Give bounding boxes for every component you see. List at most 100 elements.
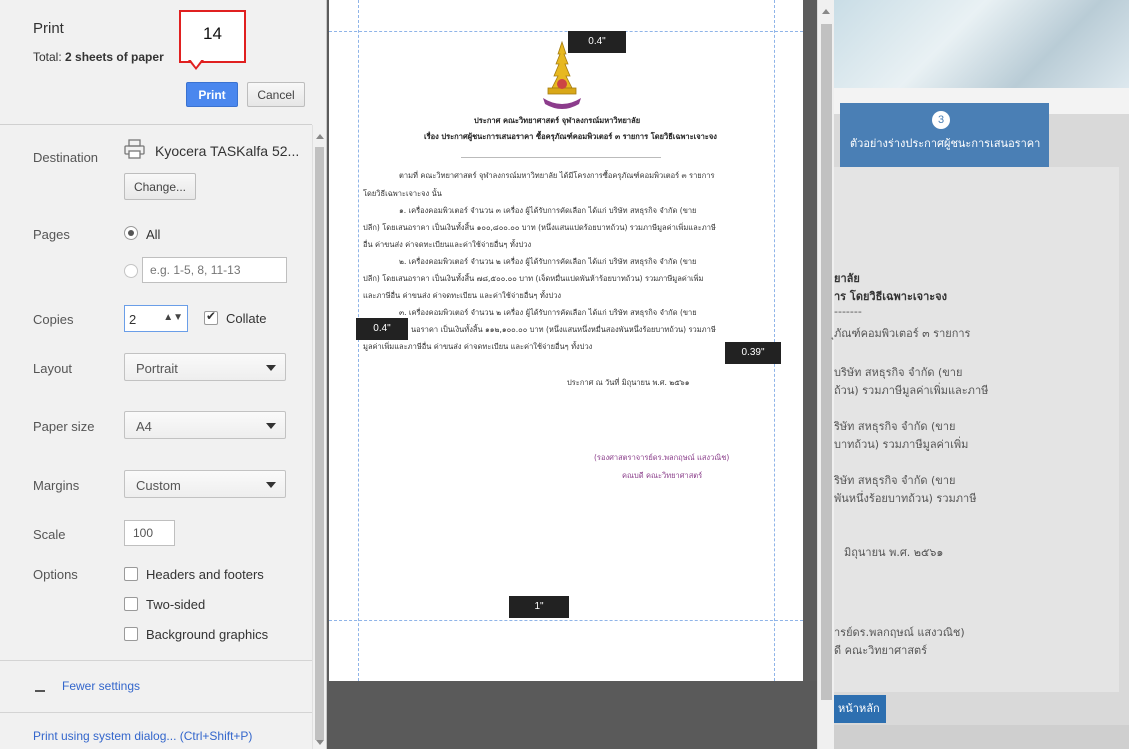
bg-line: ดี คณะวิทยาศาสตร์ — [834, 644, 928, 657]
bg-line: ถ้วน) รวมภาษีมูลค่าเพิ่มและภาษี — [834, 384, 989, 397]
settings-scrollbar[interactable] — [312, 125, 326, 749]
left-margin-value: 0.4" — [356, 318, 408, 340]
doc-item1-line2: ปลีก) โดยเสนอราคา เป็นเงินทั้งสิ้น ๑๐๐,๘… — [363, 223, 716, 232]
doc-signer: (รองศาสตราจารย์ดร.พลกฤษณ์ แสงวณิช) — [594, 453, 730, 462]
collate-checkbox[interactable] — [204, 309, 218, 325]
site-footer — [834, 725, 1129, 749]
doc-item3-line1: ๓. เครื่องคอมพิวเตอร์ จำนวน ๒ เครื่อง ผู… — [399, 308, 697, 317]
bg-line: ริษัท สหธุรกิจ จำกัด (ขาย — [834, 420, 956, 433]
scroll-down-icon[interactable] — [316, 740, 324, 745]
collate-label: Collate — [226, 311, 267, 326]
paper-size-label: Paper size — [33, 419, 95, 434]
bg-line: ------- — [834, 305, 862, 318]
scale-input[interactable] — [124, 520, 175, 546]
print-title: Print — [33, 20, 64, 37]
bg-line: ารย์ดร.พลกฤษณ์ แสงวณิช) — [834, 626, 965, 639]
bg-line: ริษัท สหธุรกิจ จำกัด (ขาย — [834, 474, 956, 487]
doc-title-line2: เรื่อง ประกาศผู้ชนะการเสนอราคา ซื้อครุภั… — [424, 132, 717, 141]
step-number: 3 — [932, 111, 950, 129]
settings-divider — [0, 660, 312, 661]
chevron-down-icon — [266, 365, 276, 371]
pages-label: Pages — [33, 227, 70, 242]
destination-printer-name: Kyocera TASKalfa 52... — [155, 143, 300, 159]
pages-all-label: All — [146, 227, 161, 242]
cancel-button[interactable]: Cancel — [247, 82, 305, 107]
right-margin-guide[interactable] — [774, 0, 775, 681]
bg-line: บาทถ้วน) รวมภาษีมูลค่าเพิ่ม — [834, 438, 969, 451]
background-graphics-label: Background graphics — [146, 627, 269, 642]
options-label: Options — [33, 567, 78, 582]
step-callout: 14 — [179, 10, 246, 63]
layout-label: Layout — [33, 361, 73, 376]
background-webpage: 3 ตัวอย่างร่างประกาศผู้ชนะการเสนอราคา ยา… — [834, 0, 1129, 749]
print-preview-area: 0.4" 0.4" 0.39" 1" ประกาศ คณะวิทยาศาสตร์… — [327, 0, 817, 749]
copies-value: 2 — [129, 312, 137, 327]
step-tab[interactable]: 3 ตัวอย่างร่างประกาศผู้ชนะการเสนอราคา — [840, 103, 1049, 167]
scale-label: Scale — [33, 527, 66, 542]
preview-scrollbar-thumb[interactable] — [821, 24, 832, 700]
layout-select[interactable]: Portrait — [124, 353, 286, 381]
background-graphics-checkbox[interactable] — [124, 627, 138, 641]
print-header: Print Total: 2 sheets of paper Print Can… — [0, 0, 312, 125]
destination-label: Destination — [33, 150, 99, 165]
doc-date: ประกาศ ณ วันที่ มิถุนายน พ.ศ. ๒๕๖๑ — [567, 378, 690, 387]
fewer-settings-link[interactable]: Fewer settings — [62, 679, 140, 693]
doc-rule — [461, 157, 661, 158]
settings-scrollbar-thumb[interactable] — [315, 147, 324, 740]
footer-divider — [0, 712, 312, 713]
pages-range-input[interactable] — [142, 257, 287, 283]
printer-icon — [124, 139, 145, 159]
university-seal-icon — [543, 40, 581, 109]
two-sided-label: Two-sided — [146, 597, 206, 612]
bg-line: บริษัท สหธุรกิจ จำกัด (ขาย — [834, 366, 963, 379]
document-panel: ยาลัย าร โดยวิธีเฉพาะเจาะจง ------- ุภัณ… — [834, 167, 1119, 692]
right-margin-value: 0.39" — [725, 342, 781, 364]
bottom-margin-guide[interactable] — [329, 620, 803, 621]
headers-footers-checkbox[interactable] — [124, 567, 138, 581]
margins-label: Margins — [33, 478, 80, 493]
bottom-margin-value: 1" — [509, 596, 569, 618]
scroll-up-icon[interactable] — [316, 134, 324, 139]
doc-item2-line2: ปลีก) โดยเสนอราคา เป็นเงินทั้งสิ้น ๗๘,๕๐… — [363, 274, 704, 283]
paper-size-select[interactable]: A4 — [124, 411, 286, 439]
spinner-arrows-icon[interactable]: ▲▼ — [163, 312, 183, 323]
copies-label: Copies — [33, 312, 74, 327]
pages-all-radio[interactable] — [124, 226, 138, 240]
sheet-total: Total: 2 sheets of paper — [33, 50, 164, 64]
margins-value: Custom — [136, 478, 181, 493]
home-button[interactable]: หน้าหลัก — [834, 695, 886, 723]
change-destination-button[interactable]: Change... — [124, 173, 196, 200]
preview-scrollbar[interactable] — [817, 0, 834, 749]
preview-background — [327, 681, 817, 749]
step-label: ตัวอย่างร่างประกาศผู้ชนะการเสนอราคา — [850, 137, 1041, 150]
minus-icon[interactable] — [35, 690, 45, 692]
paper-size-value: A4 — [136, 419, 152, 434]
doc-item2-line1: ๒. เครื่องคอมพิวเตอร์ จำนวน ๒ เครื่อง ผู… — [399, 257, 697, 266]
margins-select[interactable]: Custom — [124, 470, 286, 498]
total-label: Total: — [33, 50, 62, 64]
bg-line: มิถุนายน พ.ศ. ๒๕๖๑ — [844, 546, 944, 559]
bg-line: าร โดยวิธีเฉพาะเจาะจง — [834, 290, 947, 303]
doc-title-line1: ประกาศ คณะวิทยาศาสตร์ จุฬาลงกรณ์มหาวิทยา… — [474, 116, 641, 125]
doc-para1: ตามที่ คณะวิทยาศาสตร์ จุฬาลงกรณ์มหาวิทยา… — [399, 171, 715, 180]
callout-pointer-fill — [190, 59, 202, 67]
chevron-down-icon — [266, 423, 276, 429]
system-dialog-link[interactable]: Print using system dialog... (Ctrl+Shift… — [33, 729, 252, 743]
doc-para1b: โดยวิธีเฉพาะเจาะจง นั้น — [363, 189, 442, 198]
doc-item1-line1: ๑. เครื่องคอมพิวเตอร์ จำนวน ๓ เครื่อง ผู… — [399, 206, 697, 215]
left-margin-guide[interactable] — [358, 0, 359, 681]
doc-item3-line3: มูลค่าเพิ่มและภาษีอื่น ค่าขนส่ง ค่าจดทะเ… — [363, 342, 593, 351]
copies-stepper[interactable]: 2 ▲▼ — [124, 305, 188, 332]
two-sided-checkbox[interactable] — [124, 597, 138, 611]
preview-page: 0.4" 0.4" 0.39" 1" ประกาศ คณะวิทยาศาสตร์… — [329, 0, 803, 681]
doc-item3-line2: นอราคา เป็นเงินทั้งสิ้น ๑๑๒,๑๐๐.๐๐ บาท (… — [411, 325, 716, 334]
chevron-down-icon — [266, 482, 276, 488]
site-banner — [834, 0, 1129, 88]
total-value: 2 sheets of paper — [65, 50, 164, 64]
print-button[interactable]: Print — [186, 82, 238, 107]
print-settings-panel: Print Total: 2 sheets of paper Print Can… — [0, 0, 327, 749]
top-margin-guide[interactable] — [329, 31, 803, 32]
scroll-up-icon[interactable] — [822, 9, 830, 14]
pages-range-radio[interactable] — [124, 264, 138, 278]
bg-line: ุภัณฑ์คอมพิวเตอร์ ๓ รายการ — [834, 327, 971, 340]
